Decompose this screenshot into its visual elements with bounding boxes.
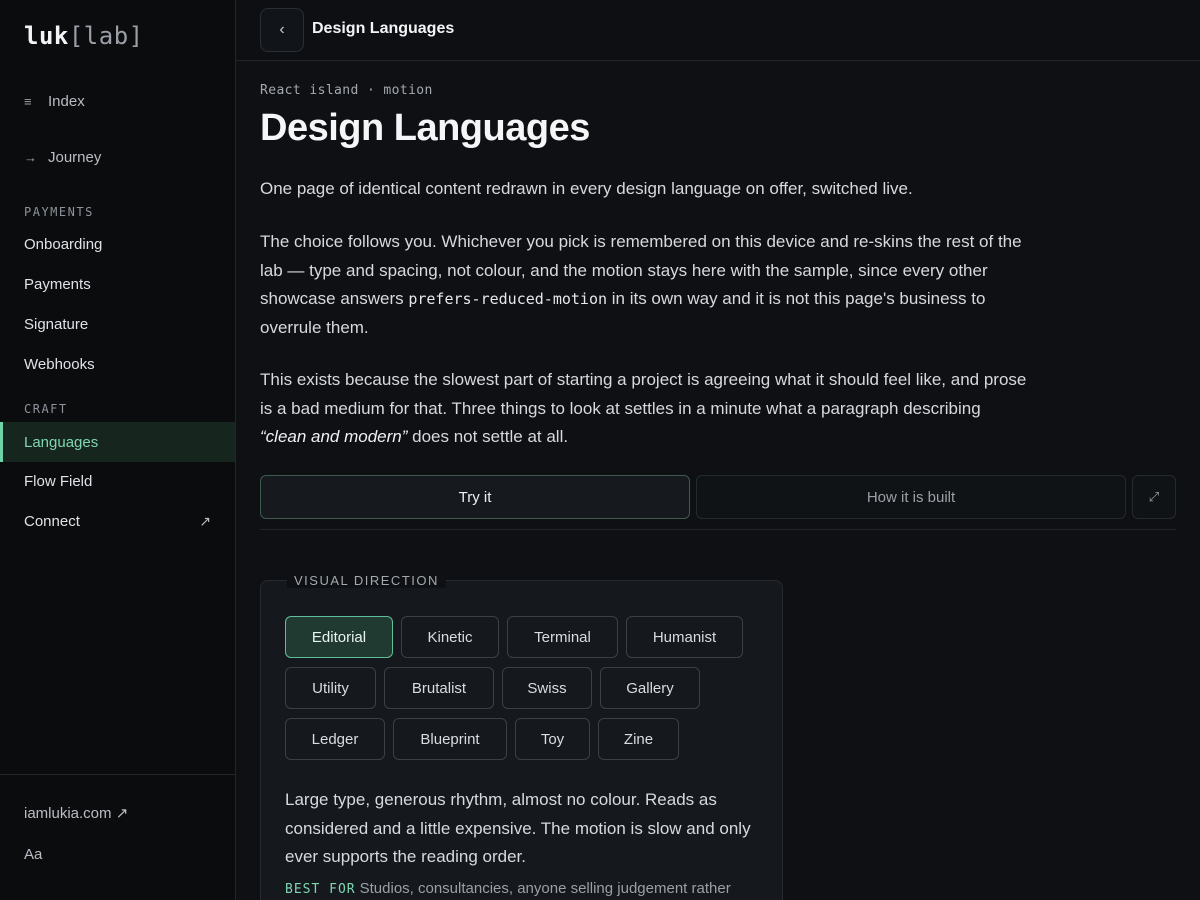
section-label-craft: CRAFT: [24, 402, 68, 416]
expand-button[interactable]: ⤢: [1132, 475, 1176, 519]
sidebar-item-label: Connect: [24, 512, 80, 530]
emphasis-text: “clean and modern”: [260, 427, 408, 447]
option-toy[interactable]: Toy: [515, 718, 590, 760]
header-title: Design Languages: [312, 20, 455, 37]
option-terminal[interactable]: Terminal: [507, 616, 618, 658]
sidebar-item-onboarding[interactable]: Onboarding: [0, 224, 235, 264]
best-for: BEST FOR Studios, consultancies, anyone s…: [285, 880, 775, 897]
tab-try-it[interactable]: Try it: [260, 475, 690, 519]
font-toggle-button[interactable]: Aa: [24, 846, 42, 863]
sidebar-item-flow-field[interactable]: Flow Field: [0, 461, 235, 501]
divider: [260, 529, 1176, 530]
sidebar-item-label: Webhooks: [24, 355, 95, 373]
sidebar-item-signature[interactable]: Signature: [0, 304, 235, 344]
option-zine[interactable]: Zine: [598, 718, 679, 760]
menu-icon: ≡: [24, 94, 32, 109]
intro-paragraph: One page of identical content redrawn in…: [260, 179, 913, 198]
sidebar-item-label: Flow Field: [24, 472, 93, 490]
option-brutalist[interactable]: Brutalist: [384, 667, 494, 709]
option-blueprint[interactable]: Blueprint: [393, 718, 507, 760]
logo[interactable]: luk[lab]: [24, 22, 144, 50]
paragraph-text: This exists because the slowest part of …: [260, 370, 1027, 418]
logo-bracket: [lab]: [68, 22, 144, 50]
body-paragraph-2: This exists because the slowest part of …: [260, 366, 1030, 452]
top-bar: ‹ Design Languages: [236, 0, 1200, 61]
paragraph-text: does not settle at all.: [407, 427, 569, 447]
expand-icon: ⤢: [1148, 489, 1160, 504]
best-for-label: BEST FOR: [285, 882, 356, 897]
tab-how-it-is-built[interactable]: How it is built: [696, 475, 1126, 519]
option-swiss[interactable]: Swiss: [502, 667, 592, 709]
nav-index-label: Index: [48, 93, 85, 110]
visual-direction-panel: VISUAL DIRECTION Editorial Kinetic Termi…: [260, 573, 783, 900]
page-title: Design Languages: [260, 107, 590, 149]
panel-legend: VISUAL DIRECTION: [287, 573, 446, 588]
chevron-left-icon: ‹: [279, 21, 285, 38]
sidebar-item-payments[interactable]: Payments: [0, 264, 235, 304]
section-label-payments: PAYMENTS: [24, 205, 94, 219]
nav-journey[interactable]: → Journey: [24, 149, 101, 166]
option-utility[interactable]: Utility: [285, 667, 376, 709]
page-kicker: React island · motion: [260, 83, 433, 98]
option-kinetic[interactable]: Kinetic: [401, 616, 499, 658]
inline-code: prefers-reduced-motion: [408, 290, 608, 309]
best-for-text: Studios, consultancies, anyone selling j…: [359, 880, 731, 897]
logo-main: luk: [24, 22, 69, 50]
sidebar-item-label: Payments: [24, 275, 91, 293]
direction-description: Large type, generous rhythm, almost no c…: [285, 790, 751, 867]
arrow-right-icon: →: [24, 150, 37, 165]
option-gallery[interactable]: Gallery: [600, 667, 700, 709]
sidebar-item-languages[interactable]: Languages: [0, 422, 235, 462]
sidebar-item-label: Languages: [24, 433, 99, 451]
sidebar-item-connect[interactable]: Connect ↗: [0, 501, 235, 541]
option-humanist[interactable]: Humanist: [626, 616, 743, 658]
external-link-icon: ↗: [199, 512, 211, 529]
sidebar-item-label: Signature: [24, 315, 89, 333]
sidebar-footer: iamlukia.com ↗ Aa: [0, 774, 235, 900]
nav-journey-label: Journey: [48, 149, 102, 166]
back-button[interactable]: ‹: [260, 8, 304, 52]
body-paragraph-1: The choice follows you. Whichever you pi…: [260, 228, 1030, 343]
sidebar-item-webhooks[interactable]: Webhooks: [0, 344, 235, 384]
sidebar-item-label: Onboarding: [24, 235, 103, 253]
sidebar: luk[lab] ≡ Index → Journey PAYMENTS Onbo…: [0, 0, 236, 900]
option-ledger[interactable]: Ledger: [285, 718, 385, 760]
site-link[interactable]: iamlukia.com ↗: [24, 804, 128, 822]
option-editorial[interactable]: Editorial: [285, 616, 393, 658]
nav-index[interactable]: ≡ Index: [24, 93, 85, 110]
